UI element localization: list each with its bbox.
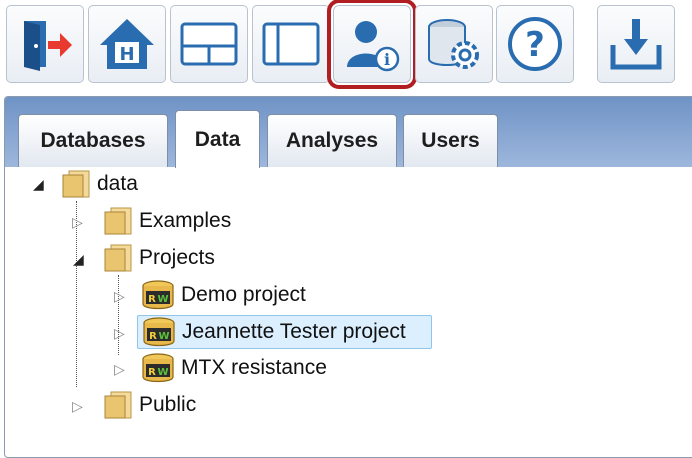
tab-strip: Databases Data Analyses Users bbox=[5, 97, 692, 168]
svg-text:H: H bbox=[119, 44, 134, 65]
download-button[interactable] bbox=[597, 5, 675, 83]
navigation-panel: Databases Data Analyses Users ◢ data ▷ E… bbox=[4, 96, 692, 458]
split-horizontal-view-icon bbox=[180, 22, 238, 66]
tree-node-mtx-resistance[interactable]: R W MTX resistance bbox=[141, 351, 327, 385]
logout-icon bbox=[24, 21, 72, 71]
project-database-icon: R W bbox=[143, 317, 175, 347]
split-horizontal-view-button[interactable] bbox=[170, 5, 248, 83]
tab-data[interactable]: Data bbox=[175, 110, 260, 168]
logout-button[interactable] bbox=[6, 5, 84, 83]
tab-analyses[interactable]: Analyses bbox=[267, 114, 397, 167]
tab-databases[interactable]: Databases bbox=[18, 114, 168, 167]
tree-node-label: Public bbox=[139, 393, 197, 416]
tree-node-demo-project[interactable]: R W Demo project bbox=[141, 278, 306, 312]
tree-guide-line bbox=[118, 275, 119, 355]
tree-node-projects[interactable]: Projects bbox=[103, 241, 215, 275]
user-info-button[interactable]: i bbox=[327, 0, 417, 89]
tree-node-label: MTX resistance bbox=[181, 356, 327, 379]
tab-users[interactable]: Users bbox=[403, 114, 498, 167]
tree-node-label: Examples bbox=[139, 209, 232, 232]
folder-icon bbox=[104, 207, 132, 235]
home-icon: H bbox=[100, 19, 154, 69]
svg-text:W: W bbox=[157, 367, 168, 378]
tree-node-examples[interactable]: Examples bbox=[103, 204, 231, 238]
svg-text:W: W bbox=[157, 294, 168, 305]
tree-node-label: data bbox=[97, 172, 138, 195]
tree-node-public[interactable]: Public bbox=[103, 388, 196, 422]
expand-arrow-icon[interactable]: ▷ bbox=[114, 361, 125, 378]
split-vertical-view-button[interactable] bbox=[252, 5, 330, 83]
data-tree: ◢ data ▷ Examples ◢ Projects ▷ R W Demo … bbox=[5, 167, 692, 457]
tree-node-label: Demo project bbox=[181, 283, 306, 306]
tree-node-label: Projects bbox=[139, 246, 215, 269]
toolbar: H i ? bbox=[0, 0, 692, 94]
svg-text:W: W bbox=[158, 331, 169, 342]
folder-icon bbox=[62, 170, 90, 198]
help-button[interactable]: ? bbox=[496, 5, 574, 83]
collapse-arrow-icon[interactable]: ◢ bbox=[33, 176, 44, 193]
expand-arrow-icon[interactable]: ▷ bbox=[72, 214, 83, 231]
download-icon bbox=[610, 19, 662, 70]
project-database-icon: R W bbox=[142, 353, 174, 383]
expand-arrow-icon[interactable]: ▷ bbox=[72, 398, 83, 415]
folder-icon bbox=[104, 244, 132, 272]
svg-text:R: R bbox=[148, 294, 156, 305]
split-vertical-view-icon bbox=[262, 22, 320, 66]
project-database-icon: R W bbox=[142, 280, 174, 310]
database-settings-button[interactable] bbox=[415, 5, 493, 83]
home-button[interactable]: H bbox=[88, 5, 166, 83]
tree-node-jeannette-tester-project[interactable]: R W Jeannette Tester project bbox=[137, 315, 432, 349]
svg-text:R: R bbox=[148, 367, 156, 378]
collapse-arrow-icon[interactable]: ◢ bbox=[73, 251, 84, 268]
expand-arrow-icon[interactable]: ▷ bbox=[114, 288, 125, 305]
tree-node-label: Jeannette Tester project bbox=[182, 320, 406, 343]
svg-text:i: i bbox=[384, 50, 390, 69]
tree-node-data[interactable]: data bbox=[61, 167, 138, 201]
user-info-icon: i bbox=[347, 21, 400, 72]
database-settings-icon bbox=[428, 19, 479, 69]
svg-text:R: R bbox=[149, 331, 157, 342]
svg-text:?: ? bbox=[525, 25, 545, 65]
expand-arrow-icon[interactable]: ▷ bbox=[114, 325, 125, 342]
folder-icon bbox=[104, 391, 132, 419]
help-icon: ? bbox=[508, 17, 562, 71]
